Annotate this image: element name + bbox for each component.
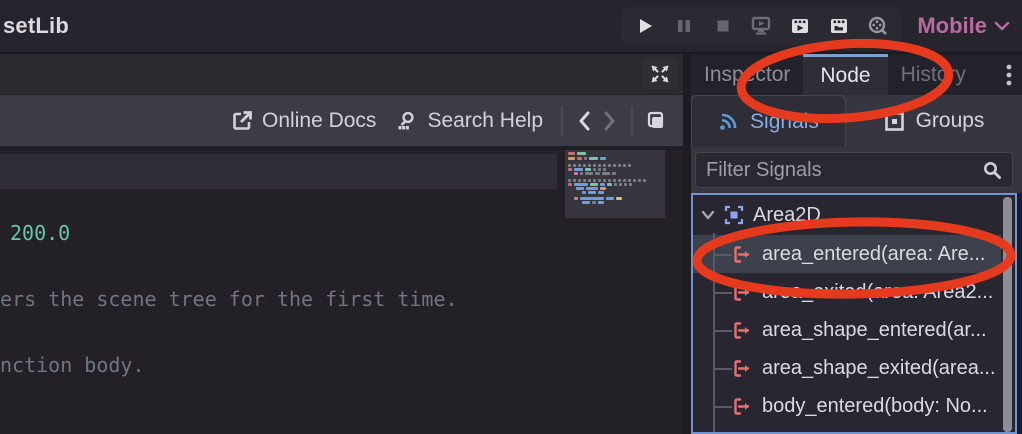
tab-inspector[interactable]: Inspector <box>691 54 803 95</box>
doc-search-icon <box>396 110 418 132</box>
node-dock-subtabs: Signals Groups <box>691 95 1022 147</box>
assetlib-tab-label[interactable]: setLib <box>3 13 69 39</box>
tab-signals[interactable]: Signals <box>691 95 846 147</box>
groups-tab-label: Groups <box>916 109 985 133</box>
play-remote-debug-button[interactable] <box>746 11 776 41</box>
minimap-line <box>568 157 606 160</box>
code-line: 200.0 <box>10 221 70 245</box>
script-editor-pane: Online Docs Search Help <box>0 54 683 434</box>
code-line: nction body. <box>0 353 145 377</box>
signal-out-icon <box>732 396 753 417</box>
run-bar <box>621 7 901 45</box>
group-icon <box>884 111 905 132</box>
signal-out-icon <box>732 358 753 379</box>
signal-label: body_entered(body: No... <box>762 395 988 418</box>
minimap-line <box>568 168 606 171</box>
tree-item-signal[interactable]: area_shape_entered(ar... <box>693 311 1015 349</box>
renderer-dropdown[interactable]: Mobile <box>917 13 1010 39</box>
signal-out-icon <box>732 244 753 265</box>
toolbar-separator <box>561 106 563 136</box>
movie-maker-mode-button[interactable] <box>863 11 893 41</box>
signals-tree: Area2D area_entered(area: Are... area_ex… <box>691 193 1017 434</box>
filter-signals-input[interactable] <box>695 152 1013 188</box>
area2d-icon <box>723 204 745 226</box>
tab-history[interactable]: History <box>888 54 979 95</box>
floating-window-icon <box>645 110 667 132</box>
tree-item-area2d[interactable]: Area2D <box>693 195 1015 235</box>
search-help-button[interactable]: Search Help <box>386 109 553 133</box>
code-line: ers the scene tree for the first time. <box>0 287 458 311</box>
tab-node[interactable]: Node <box>803 54 887 95</box>
tree-item-signal[interactable]: body_entered(body: No... <box>693 387 1015 425</box>
top-bar: setLib Mobile <box>0 0 1022 54</box>
tree-item-signal[interactable]: area_shape_exited(area... <box>693 349 1015 387</box>
tree-item-signal[interactable]: area_exited(area: Area2... <box>693 273 1015 311</box>
minimap-line <box>568 152 586 155</box>
external-link-icon <box>232 110 253 131</box>
signals-tab-label: Signals <box>750 110 819 134</box>
script-tab-band <box>0 54 683 95</box>
minimap-line <box>582 201 604 204</box>
chevron-down-icon[interactable] <box>701 210 715 220</box>
online-docs-label: Online Docs <box>262 109 376 133</box>
signal-label: area_exited(area: Area2... <box>762 281 993 304</box>
code-minimap[interactable] <box>565 150 665 218</box>
play-button[interactable] <box>630 11 660 41</box>
tree-item-label: Area2D <box>753 204 821 227</box>
tab-groups[interactable]: Groups <box>846 95 1022 147</box>
signal-label: area_shape_entered(ar... <box>762 319 987 342</box>
minimap-line <box>568 183 632 186</box>
stop-button[interactable] <box>708 11 738 41</box>
code-editor[interactable]: 200.0 ers the scene tree for the first ti… <box>0 146 683 434</box>
search-icon <box>982 160 1002 180</box>
chevron-down-icon <box>994 20 1010 32</box>
expand-icon <box>649 63 671 85</box>
right-dock: Inspector Node History Signals <box>691 54 1022 434</box>
filter-bar <box>691 147 1022 193</box>
signal-out-icon <box>732 320 753 341</box>
minimap-line <box>574 197 622 200</box>
signal-out-icon <box>732 282 753 303</box>
play-custom-scene-button[interactable] <box>824 11 854 41</box>
distraction-free-button[interactable] <box>643 58 677 90</box>
dock-menu-button[interactable] <box>996 54 1022 95</box>
main-area: Online Docs Search Help <box>0 54 1022 434</box>
dock-tab-bar: Inspector Node History <box>691 54 1022 95</box>
minimap-line <box>574 172 616 175</box>
tree-scrollbar[interactable] <box>1003 197 1012 432</box>
make-floating-button[interactable] <box>641 110 671 132</box>
script-editor-toolbar: Online Docs Search Help <box>0 95 683 146</box>
toolbar-separator <box>631 106 633 136</box>
history-back-button[interactable] <box>571 111 597 131</box>
search-help-label: Search Help <box>427 109 543 133</box>
signal-label: area_shape_exited(area... <box>762 357 996 380</box>
history-forward-button[interactable] <box>597 111 623 131</box>
minimap-line <box>568 179 646 182</box>
minimap-line <box>576 187 606 190</box>
minimap-line <box>568 164 631 167</box>
play-scene-button[interactable] <box>785 11 815 41</box>
dock-split-handle[interactable] <box>683 54 691 434</box>
signal-label: area_entered(area: Are... <box>762 243 985 266</box>
godot-editor-window: setLib Mobile <box>0 0 1022 434</box>
tree-item-signal[interactable]: area_entered(area: Are... <box>693 235 1001 273</box>
minimap-line <box>582 191 604 194</box>
current-line-highlight <box>0 154 557 189</box>
online-docs-button[interactable]: Online Docs <box>222 109 386 133</box>
pause-button[interactable] <box>669 11 699 41</box>
renderer-label: Mobile <box>917 13 987 39</box>
signal-broadcast-icon <box>718 111 739 132</box>
